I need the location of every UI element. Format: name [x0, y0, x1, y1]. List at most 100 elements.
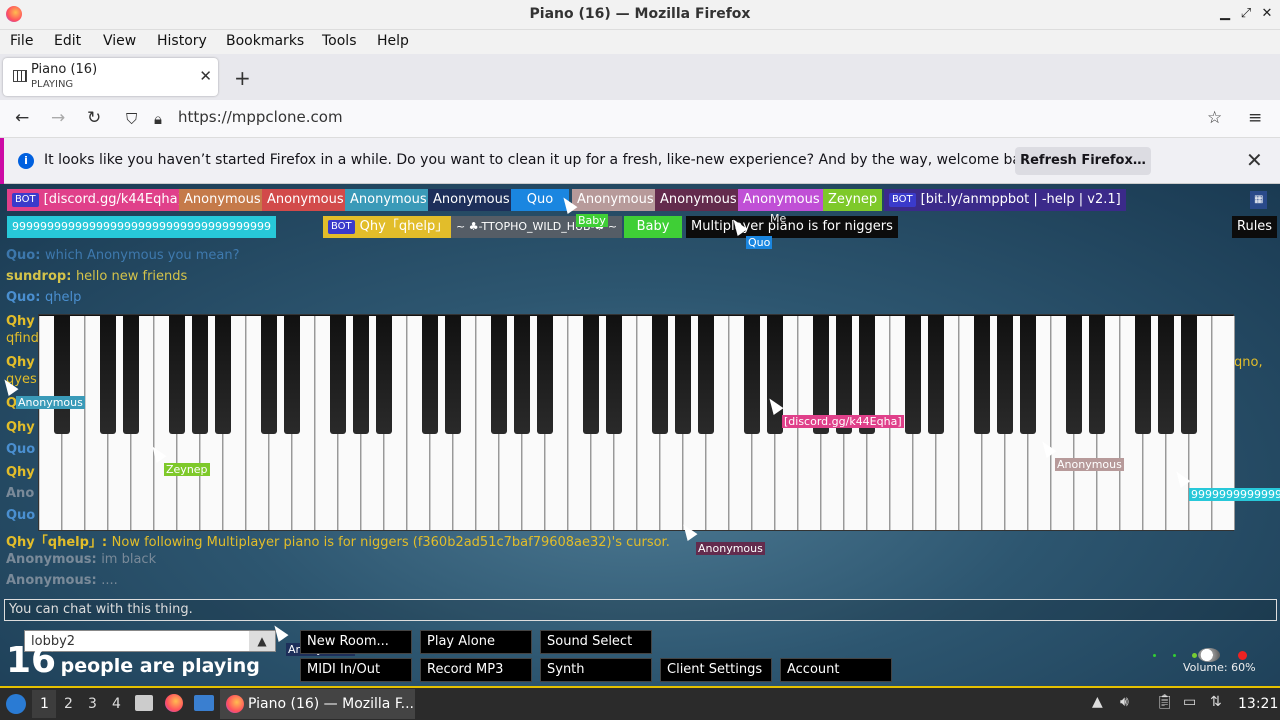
black-key[interactable]: [606, 316, 622, 434]
terminal-icon[interactable]: [194, 695, 214, 711]
tab-piano[interactable]: Piano (16) PLAYING ✕: [3, 58, 218, 96]
black-key[interactable]: [215, 316, 231, 434]
black-key[interactable]: [537, 316, 553, 434]
chat-message: Anonymous: ....: [6, 573, 118, 588]
display-icon[interactable]: ▭: [1183, 694, 1196, 710]
client-settings-button[interactable]: Client Settings: [660, 658, 772, 682]
synth-button[interactable]: Synth: [540, 658, 652, 682]
close-window-icon[interactable]: ✕: [1257, 6, 1277, 21]
new-tab-icon[interactable]: +: [234, 66, 251, 90]
account-button[interactable]: Account: [780, 658, 892, 682]
user-tag[interactable]: Anonymous: [345, 189, 432, 211]
black-key[interactable]: [169, 316, 185, 434]
black-key[interactable]: [261, 316, 277, 434]
user-tag[interactable]: Anonymous: [428, 189, 515, 211]
status-dot: [1192, 653, 1197, 658]
chat-input[interactable]: You can chat with this thing.: [4, 599, 1277, 621]
minimize-icon[interactable]: ▁: [1215, 6, 1235, 21]
url-field[interactable]: https://mppclone.com: [178, 108, 343, 126]
black-key[interactable]: [54, 316, 70, 434]
black-key[interactable]: [445, 316, 461, 434]
black-key[interactable]: [675, 316, 691, 434]
volume-knob[interactable]: [1198, 648, 1220, 662]
black-key[interactable]: [353, 316, 369, 434]
workspace-4[interactable]: 4: [112, 696, 121, 712]
menu-tools[interactable]: Tools: [322, 33, 357, 49]
back-icon[interactable]: ←: [15, 108, 29, 128]
black-key[interactable]: [1089, 316, 1105, 434]
grid-toggle-icon[interactable]: ▦: [1250, 191, 1268, 209]
volume-icon[interactable]: 🔊︎: [1120, 694, 1129, 710]
menu-file[interactable]: File: [10, 33, 33, 49]
black-key[interactable]: [974, 316, 990, 434]
piano-keyboard[interactable]: [38, 314, 1235, 531]
black-key[interactable]: [1181, 316, 1197, 434]
status-dot: [1238, 651, 1247, 660]
close-tab-icon[interactable]: ✕: [199, 67, 212, 85]
tab-title: Piano (16): [31, 62, 98, 77]
user-tag[interactable]: Anonymous: [655, 189, 742, 211]
black-key[interactable]: [1135, 316, 1151, 434]
user-tag[interactable]: Baby: [624, 216, 682, 238]
black-key[interactable]: [491, 316, 507, 434]
menu-edit[interactable]: Edit: [54, 33, 81, 49]
black-key[interactable]: [100, 316, 116, 434]
user-tag[interactable]: Anonymous: [262, 189, 349, 211]
black-key[interactable]: [1020, 316, 1036, 434]
refresh-firefox-button[interactable]: Refresh Firefox…: [1015, 147, 1151, 175]
black-key[interactable]: [123, 316, 139, 434]
workspace-3[interactable]: 3: [88, 696, 97, 712]
black-key[interactable]: [1066, 316, 1082, 434]
bookmark-star-icon[interactable]: ☆: [1207, 108, 1222, 128]
hamburger-menu-icon[interactable]: ≡: [1248, 108, 1262, 128]
black-key[interactable]: [997, 316, 1013, 434]
black-key[interactable]: [767, 316, 783, 434]
black-key[interactable]: [330, 316, 346, 434]
firefox-launcher-icon[interactable]: [165, 694, 183, 712]
shield-icon[interactable]: ⛉: [126, 110, 137, 128]
record-mp3-button[interactable]: Record MP3: [420, 658, 532, 682]
black-key[interactable]: [376, 316, 392, 434]
user-tag[interactable]: Multiplayer piano is for niggers: [686, 216, 898, 238]
user-tag[interactable]: BOT [bit.ly/anmppbot | -help | v2.1]: [884, 189, 1126, 211]
black-key[interactable]: [905, 316, 921, 434]
start-menu-icon[interactable]: [6, 694, 26, 714]
lock-icon[interactable]: 🔒︎: [154, 110, 162, 128]
user-tag[interactable]: Anonymous: [738, 189, 825, 211]
user-tag[interactable]: BOT [discord.gg/k44Eqha]: [7, 189, 188, 211]
reload-icon[interactable]: ↻: [87, 108, 101, 128]
play-alone-button[interactable]: Play Alone: [420, 630, 532, 654]
workspace-1[interactable]: 1: [40, 696, 49, 712]
user-tag[interactable]: Zeynep: [823, 189, 883, 211]
menu-history[interactable]: History: [157, 33, 207, 49]
black-key[interactable]: [652, 316, 668, 434]
restore-icon[interactable]: ⤢: [1236, 6, 1256, 21]
black-key[interactable]: [583, 316, 599, 434]
tray-up-icon[interactable]: ▲: [1092, 694, 1103, 710]
user-tag[interactable]: Anonymous: [572, 189, 659, 211]
close-notification-icon[interactable]: ✕: [1246, 148, 1263, 172]
menu-bookmarks[interactable]: Bookmarks: [226, 33, 304, 49]
user-tag[interactable]: BOT Qhy「qhelp」: [323, 216, 454, 238]
black-key[interactable]: [284, 316, 300, 434]
clipboard-icon[interactable]: 📋︎: [1156, 694, 1174, 710]
workspace-2[interactable]: 2: [64, 696, 73, 712]
menu-view[interactable]: View: [103, 33, 136, 49]
sound-select-button[interactable]: Sound Select: [540, 630, 652, 654]
black-key[interactable]: [744, 316, 760, 434]
black-key[interactable]: [1158, 316, 1174, 434]
user-tag[interactable]: Anonymous: [179, 189, 266, 211]
black-key[interactable]: [422, 316, 438, 434]
forward-icon[interactable]: →: [51, 108, 65, 128]
midi-in-out-button[interactable]: MIDI In/Out: [300, 658, 412, 682]
menu-help[interactable]: Help: [377, 33, 409, 49]
rules-button[interactable]: Rules: [1232, 216, 1278, 238]
black-key[interactable]: [514, 316, 530, 434]
network-icon[interactable]: ⇅: [1210, 694, 1222, 710]
black-key[interactable]: [928, 316, 944, 434]
black-key[interactable]: [192, 316, 208, 434]
black-key[interactable]: [698, 316, 714, 434]
file-manager-icon[interactable]: [135, 695, 153, 711]
new-room-button[interactable]: New Room...: [300, 630, 412, 654]
user-tag[interactable]: 9999999999999999999999999999999999999: [7, 216, 276, 238]
